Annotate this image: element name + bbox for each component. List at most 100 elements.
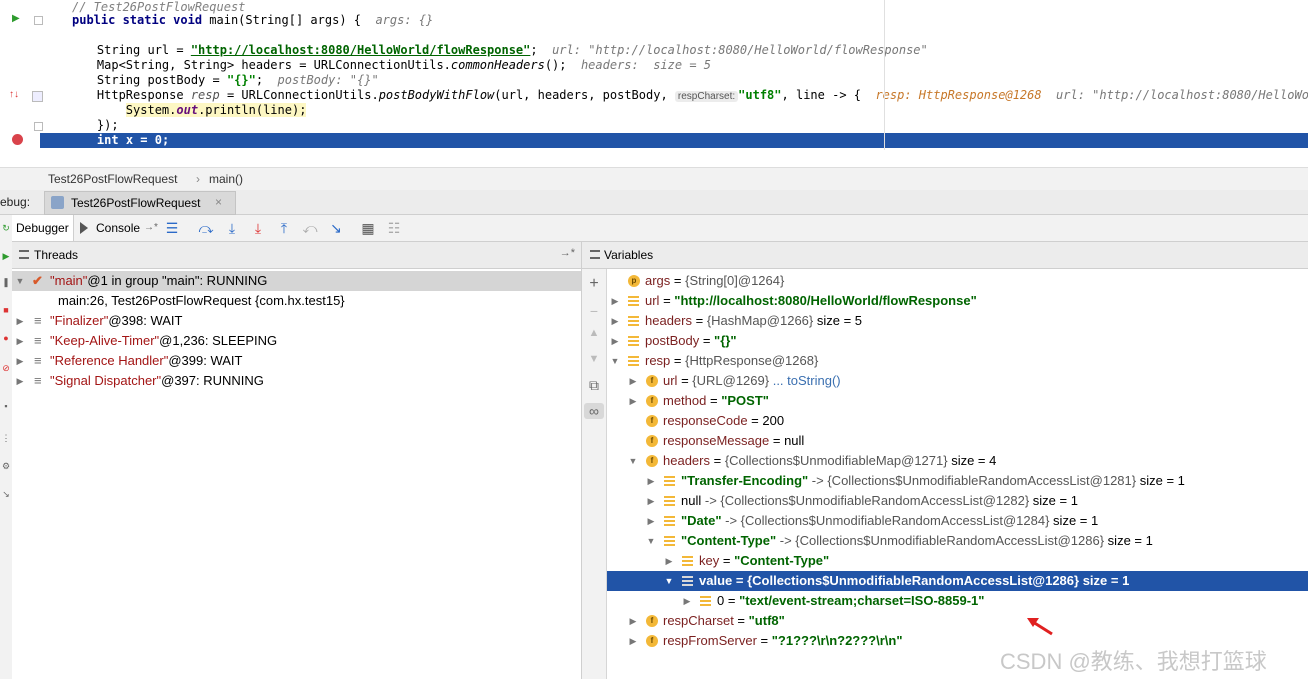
variable-row[interactable]: ▶ key = "Content-Type" — [607, 551, 1308, 571]
copy-icon[interactable]: ⧉ — [584, 377, 604, 394]
variable-row[interactable]: ▶ f method = "POST" — [607, 391, 1308, 411]
variable-row[interactable]: ▶ url = "http://localhost:8080/HelloWorl… — [607, 291, 1308, 311]
variable-value: "utf8" — [748, 613, 785, 628]
thread-item[interactable]: ▶ ≡ "Keep-Alive-Timer"@1,236: SLEEPING — [12, 331, 581, 351]
entry-arrow: -> — [721, 513, 741, 528]
thread-item[interactable]: ▶ ≡ "Signal Dispatcher"@397: RUNNING — [12, 371, 581, 391]
pause-icon[interactable]: ❚ — [1, 277, 11, 288]
expand-arrow-icon[interactable]: ▶ — [610, 311, 620, 331]
code-text: HttpResponse — [68, 88, 191, 102]
code-line[interactable]: HttpResponse resp = URLConnectionUtils.p… — [40, 88, 1308, 103]
expand-arrow-icon[interactable]: ▶ — [664, 551, 674, 571]
variable-row[interactable]: ▶ f url = {URL@1269} ... toString() — [607, 371, 1308, 391]
pin-icon[interactable]: ↘ — [1, 489, 11, 500]
variable-row[interactable]: p args = {String[0]@1264} — [607, 271, 1308, 291]
view-breakpoints-icon[interactable]: ● — [1, 333, 11, 343]
run-to-cursor-icon[interactable]: ↘ — [326, 218, 346, 238]
variable-row[interactable]: ▶ f respCharset = "utf8" — [607, 611, 1308, 631]
expand-arrow-icon[interactable]: ▶ — [610, 331, 620, 351]
expand-arrow-icon[interactable]: ▶ — [628, 611, 638, 631]
breadcrumb-method[interactable]: main() — [209, 172, 243, 186]
expand-arrow-icon[interactable]: ▶ — [15, 331, 25, 351]
editor-gutter[interactable]: ▶ ↑↓ — [0, 0, 43, 167]
collapse-arrow-icon[interactable]: ▼ — [610, 351, 620, 371]
map-entry-row[interactable]: ▶ "Transfer-Encoding" -> {Collections$Un… — [607, 471, 1308, 491]
expand-arrow-icon[interactable]: ▶ — [682, 591, 692, 611]
trace-icon[interactable]: ☷ — [384, 218, 404, 238]
camera-icon[interactable]: ▪ — [1, 401, 11, 411]
drop-frame-icon[interactable]: ⤺ — [300, 218, 320, 238]
remove-watch-icon[interactable]: − — [584, 303, 604, 319]
code-line[interactable]: String postBody = "{}"; postBody: "{}" — [40, 73, 379, 88]
stack-frame-item[interactable]: main:26, Test26PostFlowRequest {com.hx.t… — [12, 291, 581, 311]
code-line[interactable]: System.out.println(line); — [40, 103, 307, 118]
thread-status: @398: WAIT — [108, 313, 183, 328]
field-icon: f — [646, 395, 658, 407]
rerun-icon[interactable]: ↻ — [1, 223, 11, 234]
variable-row[interactable]: ▶ 0 = "text/event-stream;charset=ISO-885… — [607, 591, 1308, 611]
variable-row-selected[interactable]: ▼ value = {Collections$UnmodifiableRando… — [607, 571, 1308, 591]
close-icon[interactable]: × — [215, 195, 222, 209]
evaluate-expression-icon[interactable]: ▦ — [358, 218, 378, 238]
show-execution-point-icon[interactable]: ☰ — [162, 218, 182, 238]
tab-console[interactable]: Console — [92, 215, 144, 241]
collapse-arrow-icon[interactable]: ▼ — [646, 531, 656, 551]
map-entry-row[interactable]: ▶ "Date" -> {Collections$UnmodifiableRan… — [607, 511, 1308, 531]
variable-row[interactable]: ▶ postBody = "{}" — [607, 331, 1308, 351]
map-entry-row[interactable]: ▼ "Content-Type" -> {Collections$Unmodif… — [607, 531, 1308, 551]
expand-arrow-icon[interactable]: ▶ — [15, 311, 25, 331]
collapse-arrow-icon[interactable]: ▼ — [628, 451, 638, 471]
expand-arrow-icon[interactable]: ▶ — [646, 491, 656, 511]
collapse-arrow-icon[interactable]: ▼ — [664, 571, 674, 591]
thread-item[interactable]: ▶ ≡ "Finalizer"@398: WAIT — [12, 311, 581, 331]
variable-row[interactable]: ▶ headers = {HashMap@1266} size = 5 — [607, 311, 1308, 331]
breadcrumb-class[interactable]: Test26PostFlowRequest — [48, 172, 177, 186]
step-into-icon[interactable]: ⤓ — [222, 218, 242, 238]
step-over-icon[interactable]: ⤼ — [196, 218, 216, 238]
tab-debugger[interactable]: Debugger — [12, 215, 74, 241]
settings-icon[interactable]: ⚙ — [1, 461, 11, 472]
variable-row[interactable]: ▼ resp = {HttpResponse@1268} — [607, 351, 1308, 371]
debugger-toolbar: Debugger Console →* ☰ ⤼ ⤓ ⤓ ⤒ ⤺ ↘ ▦ ☷ — [12, 215, 1308, 242]
move-down-icon[interactable]: ▼ — [584, 353, 604, 365]
stop-icon[interactable]: ■ — [1, 305, 11, 315]
mute-breakpoints-icon[interactable]: ⊘ — [1, 363, 11, 374]
thread-item[interactable]: ▼ ✔ "main"@1 in group "main": RUNNING — [12, 271, 581, 291]
to-string-link[interactable]: ... toString() — [769, 373, 841, 388]
step-out-icon[interactable]: ⤒ — [274, 218, 294, 238]
breakpoint-icon[interactable] — [12, 134, 23, 145]
expand-arrow-icon[interactable]: ▶ — [628, 631, 638, 651]
expand-arrow-icon[interactable]: ▶ — [628, 391, 638, 411]
move-up-icon[interactable]: ▲ — [584, 327, 604, 339]
expand-arrow-icon[interactable]: ▶ — [15, 351, 25, 371]
expand-arrow-icon[interactable]: ▶ — [628, 371, 638, 391]
current-execution-line[interactable]: int x = 0; — [40, 133, 1308, 148]
variable-type: {HashMap@1266} — [706, 313, 814, 328]
run-icon[interactable]: ▶ — [12, 13, 20, 24]
map-entry-row[interactable]: ▶ null -> {Collections$UnmodifiableRando… — [607, 491, 1308, 511]
expand-arrow-icon[interactable]: ▶ — [646, 471, 656, 491]
thread-item[interactable]: ▶ ≡ "Reference Handler"@399: WAIT — [12, 351, 581, 371]
code-line[interactable]: String url = "http://localhost:8080/Hell… — [40, 43, 928, 58]
variable-eq: = — [659, 293, 675, 308]
layout-icon[interactable]: ⋮ — [1, 433, 11, 444]
glasses-icon[interactable]: ∞ — [584, 403, 604, 419]
code-line[interactable]: }); — [40, 118, 119, 133]
expand-arrow-icon[interactable]: ▶ — [610, 291, 620, 311]
resume-icon[interactable]: ▶ — [1, 251, 11, 262]
expand-arrow-icon[interactable]: ▶ — [15, 371, 25, 391]
force-step-into-icon[interactable]: ⤓ — [248, 218, 268, 238]
code-line[interactable]: Map<String, String> headers = URLConnect… — [40, 58, 711, 73]
variable-row[interactable]: f responseCode = 200 — [607, 411, 1308, 431]
code-line[interactable]: public static void main(String[] args) {… — [40, 13, 433, 28]
console-pin-icon[interactable]: →* — [140, 215, 162, 241]
variable-row[interactable]: ▼ f headers = {Collections$UnmodifiableM… — [607, 451, 1308, 471]
expand-arrow-icon[interactable]: ▼ — [15, 271, 25, 291]
code-editor[interactable]: ▶ ↑↓ // Test26PostFlowRequest public sta… — [0, 0, 1308, 167]
threads-pin-icon[interactable]: →* — [560, 247, 575, 259]
debug-session-tab[interactable]: Test26PostFlowRequest × — [44, 191, 236, 215]
variable-row[interactable]: f responseMessage = null — [607, 431, 1308, 451]
add-watch-icon[interactable]: + — [584, 275, 604, 293]
expand-arrow-icon[interactable]: ▶ — [646, 511, 656, 531]
code-url-link[interactable]: "http://localhost:8080/HelloWorld/flowRe… — [191, 43, 531, 57]
